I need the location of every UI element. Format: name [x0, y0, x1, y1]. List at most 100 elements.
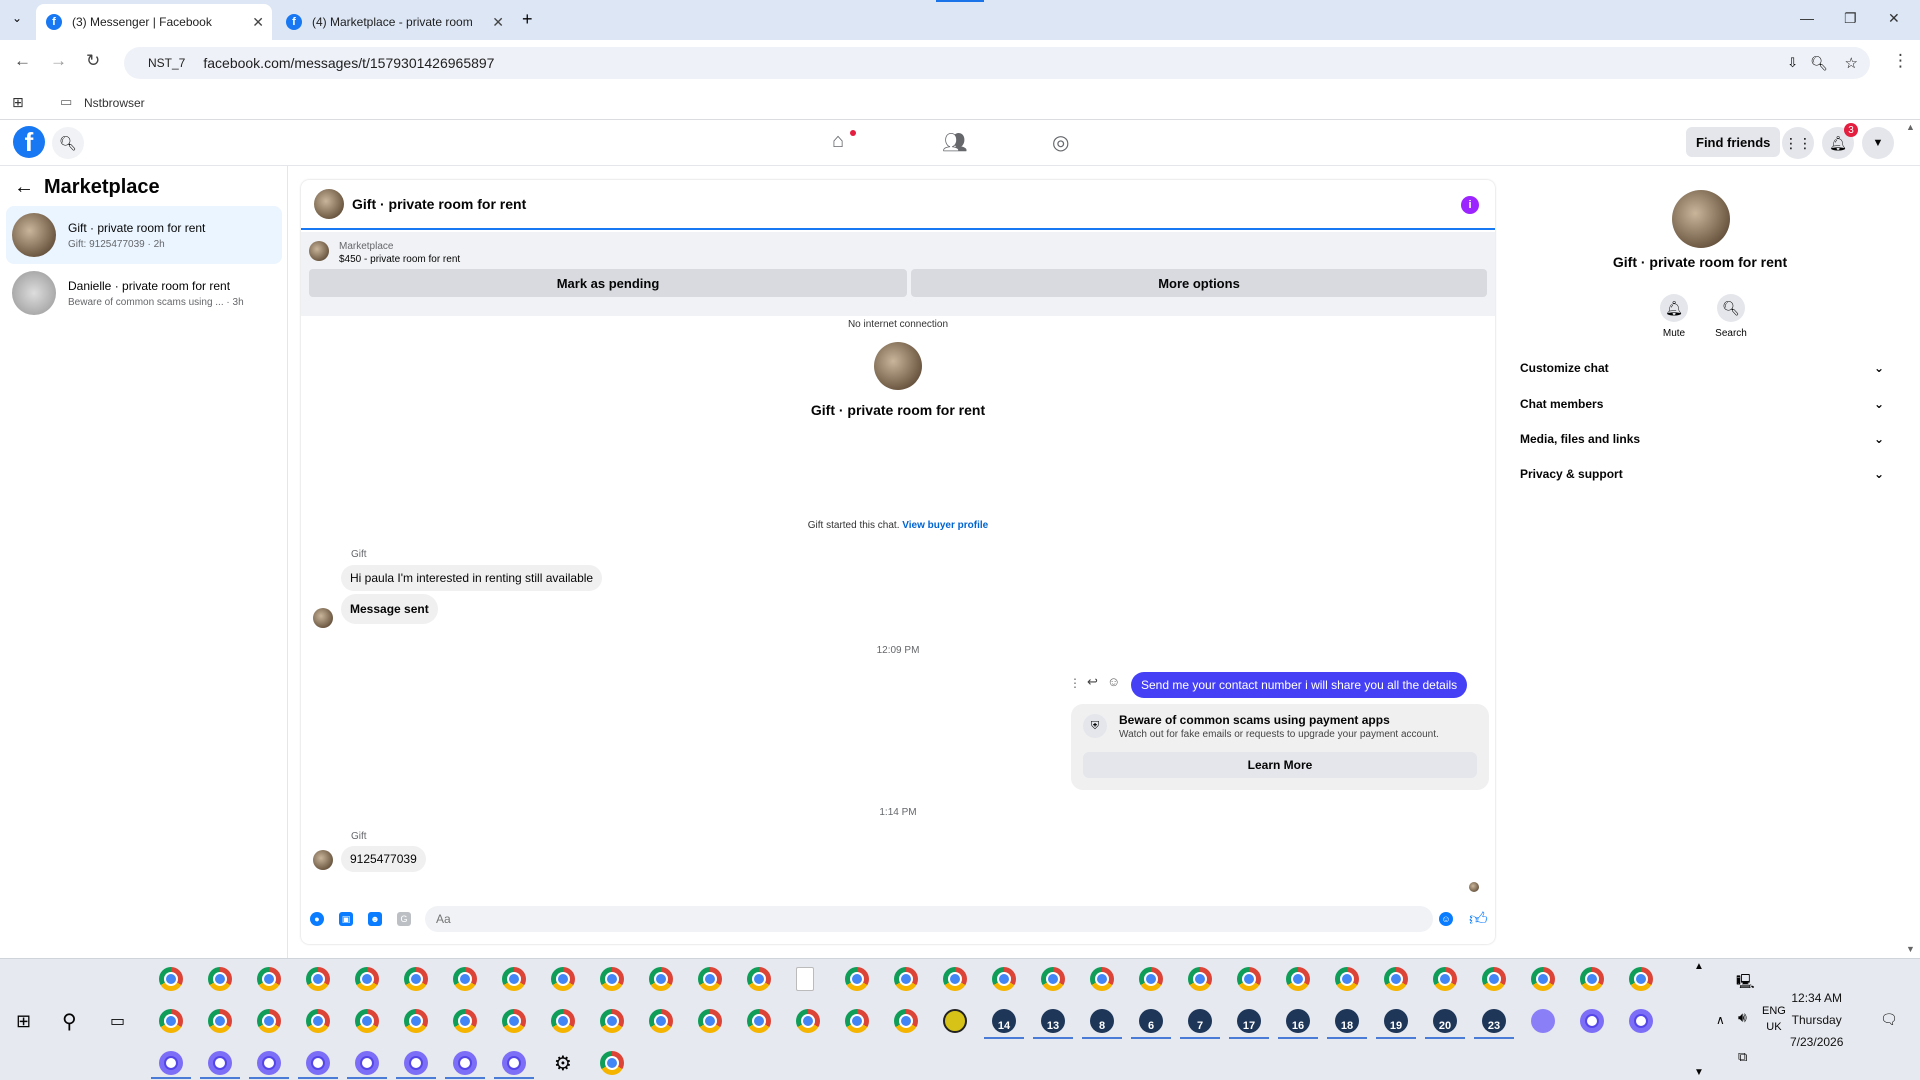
chrome-icon[interactable] — [1237, 967, 1261, 991]
profile-badge-icon[interactable]: 20 — [1433, 1009, 1457, 1033]
forward-icon[interactable]: → — [50, 51, 67, 71]
windows-start-icon[interactable]: ⊞ — [16, 1011, 31, 1032]
chrome-icon[interactable] — [1629, 967, 1653, 991]
profile-badge-icon[interactable]: 23 — [1482, 1009, 1506, 1033]
chrome-icon[interactable] — [404, 1009, 428, 1033]
chrome-icon[interactable] — [159, 967, 183, 991]
microphone-icon[interactable]: ● — [310, 912, 324, 926]
install-icon[interactable]: ⇩ — [1787, 55, 1798, 71]
outgoing-message-bubble[interactable]: Send me your contact number i will share… — [1131, 672, 1468, 698]
account-chevron-icon[interactable]: ▼ — [1862, 127, 1894, 159]
new-tab-icon[interactable]: + — [522, 9, 533, 30]
message-bubble[interactable]: Message sent — [341, 594, 438, 624]
gif-icon[interactable]: G — [397, 912, 411, 926]
avatar[interactable] — [874, 342, 922, 390]
tray-chevron-icon[interactable]: ∧ — [1716, 1013, 1725, 1027]
restore-icon[interactable]: ❐ — [1844, 10, 1857, 27]
stream-app-icon[interactable] — [1531, 1009, 1555, 1033]
chrome-icon[interactable] — [600, 1009, 624, 1033]
chrome-icon[interactable] — [1139, 967, 1163, 991]
chrome-icon[interactable] — [1090, 967, 1114, 991]
profile-badge-icon[interactable]: 14 — [992, 1009, 1016, 1033]
tab-messenger[interactable]: f (3) Messenger | Facebook ✕ — [36, 4, 272, 40]
chrome-icon[interactable] — [845, 967, 869, 991]
groups-icon[interactable]: ◎ — [1052, 130, 1069, 155]
minimize-icon[interactable]: — — [1800, 10, 1814, 26]
chrome-icon[interactable] — [747, 1009, 771, 1033]
input-language[interactable]: ENG UK — [1762, 1003, 1786, 1035]
browser-profile-icon[interactable] — [404, 1051, 428, 1075]
home-icon[interactable]: ⌂ — [832, 130, 844, 153]
tab-close-icon[interactable]: ✕ — [492, 14, 504, 31]
tab-marketplace[interactable]: f (4) Marketplace - private room ✕ — [276, 4, 512, 40]
chrome-icon[interactable] — [1335, 967, 1359, 991]
chrome-icon[interactable] — [747, 967, 771, 991]
browser-profile-icon[interactable] — [453, 1051, 477, 1075]
chrome-icon[interactable] — [1384, 967, 1408, 991]
tray-scroll-down-icon[interactable]: ▼ — [1694, 1067, 1704, 1078]
friends-icon[interactable]: 👥︎ — [942, 130, 967, 155]
bookmark-folder[interactable]: Nstbrowser — [84, 96, 145, 110]
back-arrow-icon[interactable]: ← — [14, 176, 34, 199]
avatar[interactable] — [1672, 190, 1730, 248]
profile-badge-icon[interactable]: 13 — [1041, 1009, 1065, 1033]
chrome-icon[interactable] — [1531, 967, 1555, 991]
info-icon[interactable]: i — [1461, 196, 1479, 214]
message-bubble[interactable]: Hi paula I'm interested in renting still… — [341, 565, 603, 591]
chrome-icon[interactable] — [894, 1009, 918, 1033]
chrome-icon[interactable] — [208, 967, 232, 991]
more-actions-icon[interactable]: ⋮ — [1069, 676, 1081, 690]
network-icon[interactable]: 🖳 — [1736, 971, 1755, 995]
sticker-icon[interactable]: ☻ — [368, 912, 382, 926]
profile-badge-icon[interactable]: 8 — [1090, 1009, 1114, 1033]
browser-profile-icon[interactable] — [355, 1051, 379, 1075]
chrome-icon[interactable] — [1482, 967, 1506, 991]
file-icon[interactable] — [796, 967, 814, 991]
chrome-icon[interactable] — [502, 967, 526, 991]
photo-icon[interactable]: ▣ — [339, 912, 353, 926]
close-window-icon[interactable]: ✕ — [1888, 10, 1900, 27]
menu-grid-icon[interactable]: ⋮⋮ — [1782, 127, 1814, 159]
chrome-icon[interactable] — [551, 1009, 575, 1033]
volume-icon[interactable]: 🔊︎ — [1738, 1009, 1747, 1026]
chrome-icon[interactable] — [1041, 967, 1065, 991]
chrome-icon[interactable] — [698, 967, 722, 991]
browser-profile-icon[interactable] — [502, 1051, 526, 1075]
avatar[interactable] — [314, 189, 344, 219]
omnibox[interactable]: NST_7 facebook.com/messages/t/1579301426… — [124, 47, 1870, 79]
profile-badge-icon[interactable]: 17 — [1237, 1009, 1261, 1033]
chat-title[interactable]: Gift · private room for rent — [352, 196, 526, 212]
chrome-icon[interactable] — [453, 967, 477, 991]
fb-search-icon[interactable]: 🔍︎ — [52, 127, 84, 159]
chrome-icon[interactable] — [1433, 967, 1457, 991]
browser-profile-icon[interactable] — [1580, 1009, 1604, 1033]
message-input[interactable] — [425, 906, 1433, 932]
chrome-icon[interactable] — [404, 967, 428, 991]
reload-icon[interactable]: ↻ — [86, 51, 100, 71]
tray-overflow-up-icon[interactable]: ▲ — [1694, 961, 1704, 972]
chrome-icon[interactable] — [1580, 967, 1604, 991]
chrome-icon[interactable] — [355, 967, 379, 991]
app-badge-icon[interactable] — [943, 1009, 967, 1033]
browser-profile-icon[interactable] — [208, 1051, 232, 1075]
conversation-item[interactable]: Gift · private room for rent Gift: 91254… — [6, 206, 282, 264]
mark-as-pending-button[interactable]: Mark as pending — [309, 269, 907, 297]
chrome-icon[interactable] — [943, 967, 967, 991]
media-files-links-section[interactable]: Media, files and links ⌄ — [1520, 429, 1884, 449]
taskbar-search-icon[interactable]: ⚲ — [62, 1009, 77, 1034]
profile-badge-icon[interactable]: 6 — [1139, 1009, 1163, 1033]
like-icon[interactable]: 👍︎ — [1469, 908, 1488, 930]
chrome-icon[interactable] — [698, 1009, 722, 1033]
profile-chip[interactable]: NST_7 — [148, 56, 185, 70]
chrome-icon[interactable] — [208, 1009, 232, 1033]
chrome-icon[interactable] — [306, 967, 330, 991]
page-scroll-up-icon[interactable]: ▲ — [1906, 122, 1915, 132]
clock[interactable]: 12:34 AM Thursday 7/23/2026 — [1790, 987, 1843, 1053]
chrome-icon[interactable] — [894, 967, 918, 991]
chrome-icon[interactable] — [649, 967, 673, 991]
chrome-icon[interactable] — [600, 967, 624, 991]
chrome-icon[interactable] — [257, 967, 281, 991]
mute-button[interactable]: 🔔︎ Mute — [1654, 294, 1694, 339]
chrome-icon[interactable] — [845, 1009, 869, 1033]
chrome-icon[interactable] — [796, 1009, 820, 1033]
